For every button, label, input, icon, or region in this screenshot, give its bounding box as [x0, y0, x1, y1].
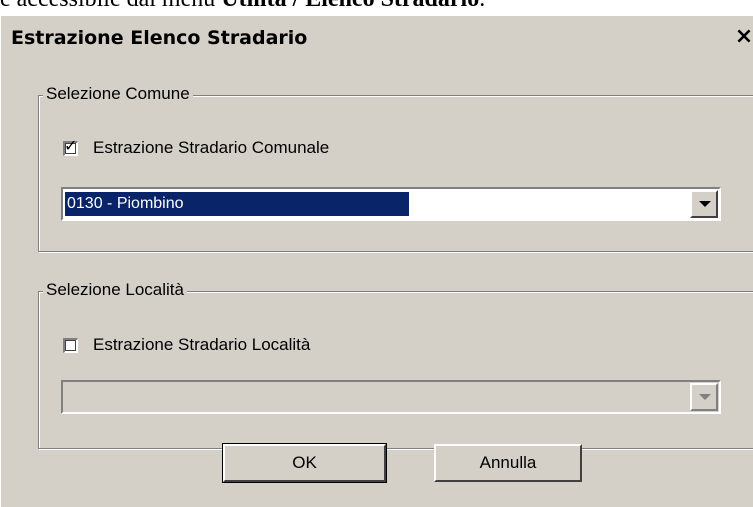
group-label-localita: Selezione Località	[43, 280, 187, 300]
dialog-window: Estrazione Elenco Stradario × Selezione …	[0, 16, 753, 507]
chevron-down-icon	[699, 394, 711, 400]
checkbox-stradario-comunale[interactable]: ✓	[63, 138, 78, 156]
checkbox-row-localita[interactable]: Estrazione Stradario Località	[63, 334, 310, 356]
comune-select[interactable]: 0130 - Piombino	[61, 187, 721, 221]
ok-button[interactable]: OK	[222, 443, 387, 483]
group-selezione-comune: Selezione Comune ✓ Estrazione Stradario …	[38, 84, 753, 252]
checkbox-row-comunale[interactable]: ✓ Estrazione Stradario Comunale	[63, 137, 329, 159]
cancel-button[interactable]: Annulla	[434, 444, 582, 482]
title-bar[interactable]: Estrazione Elenco Stradario ×	[1, 16, 753, 58]
checkbox-label-comunale: Estrazione Stradario Comunale	[93, 138, 330, 157]
comune-dropdown-button[interactable]	[690, 190, 718, 218]
group-label-comune: Selezione Comune	[43, 84, 193, 104]
localita-dropdown-button[interactable]	[690, 383, 718, 411]
document-text-prefix: e accessibile dal menu	[0, 0, 221, 12]
window-title: Estrazione Elenco Stradario	[11, 27, 308, 49]
localita-select[interactable]	[61, 380, 721, 414]
document-text-menu-path: Utilità / Elenco Stradario	[221, 0, 479, 12]
document-text-suffix: .	[479, 0, 485, 12]
close-icon[interactable]: ×	[732, 25, 753, 49]
chevron-down-icon	[699, 201, 711, 207]
checkbox-stradario-localita[interactable]	[63, 337, 78, 353]
document-text-line: e accessibile dal menu Utilità / Elenco …	[0, 0, 753, 12]
checkbox-label-localita: Estrazione Stradario Località	[93, 335, 311, 354]
comune-selected-value: 0130 - Piombino	[65, 192, 409, 216]
check-mark-icon: ✓	[64, 137, 78, 155]
group-selezione-localita: Selezione Località Estrazione Stradario …	[38, 280, 753, 449]
